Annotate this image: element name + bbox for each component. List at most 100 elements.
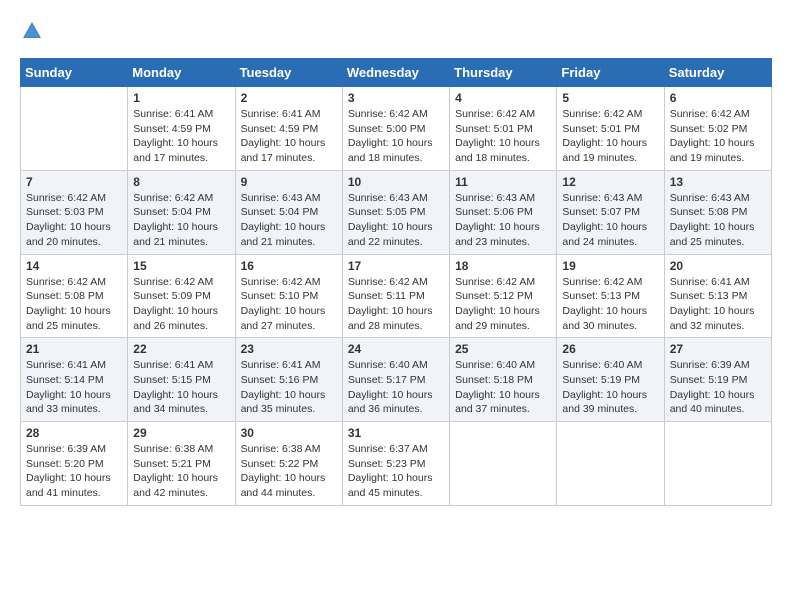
calendar-cell: 27 Sunrise: 6:39 AMSunset: 5:19 PMDaylig… — [664, 338, 771, 422]
logo-icon — [21, 20, 43, 42]
calendar-cell: 3 Sunrise: 6:42 AMSunset: 5:00 PMDayligh… — [342, 87, 449, 171]
day-number: 21 — [26, 342, 122, 356]
cell-info: Sunrise: 6:41 AMSunset: 5:16 PMDaylight:… — [241, 359, 326, 415]
day-header-saturday: Saturday — [664, 59, 771, 87]
cell-info: Sunrise: 6:37 AMSunset: 5:23 PMDaylight:… — [348, 443, 433, 499]
day-number: 18 — [455, 259, 551, 273]
cell-info: Sunrise: 6:43 AMSunset: 5:08 PMDaylight:… — [670, 192, 755, 248]
day-number: 28 — [26, 426, 122, 440]
calendar-cell — [21, 87, 128, 171]
cell-info: Sunrise: 6:42 AMSunset: 5:13 PMDaylight:… — [562, 276, 647, 332]
calendar-cell: 4 Sunrise: 6:42 AMSunset: 5:01 PMDayligh… — [450, 87, 557, 171]
cell-info: Sunrise: 6:42 AMSunset: 5:02 PMDaylight:… — [670, 108, 755, 164]
calendar-cell: 26 Sunrise: 6:40 AMSunset: 5:19 PMDaylig… — [557, 338, 664, 422]
calendar-cell: 17 Sunrise: 6:42 AMSunset: 5:11 PMDaylig… — [342, 254, 449, 338]
cell-info: Sunrise: 6:43 AMSunset: 5:07 PMDaylight:… — [562, 192, 647, 248]
day-number: 25 — [455, 342, 551, 356]
cell-info: Sunrise: 6:42 AMSunset: 5:10 PMDaylight:… — [241, 276, 326, 332]
calendar-cell — [557, 422, 664, 506]
day-number: 29 — [133, 426, 229, 440]
day-number: 7 — [26, 175, 122, 189]
day-number: 16 — [241, 259, 337, 273]
day-number: 2 — [241, 91, 337, 105]
day-header-friday: Friday — [557, 59, 664, 87]
cell-info: Sunrise: 6:42 AMSunset: 5:08 PMDaylight:… — [26, 276, 111, 332]
calendar-cell: 30 Sunrise: 6:38 AMSunset: 5:22 PMDaylig… — [235, 422, 342, 506]
calendar-cell: 2 Sunrise: 6:41 AMSunset: 4:59 PMDayligh… — [235, 87, 342, 171]
day-number: 19 — [562, 259, 658, 273]
calendar-cell: 11 Sunrise: 6:43 AMSunset: 5:06 PMDaylig… — [450, 170, 557, 254]
calendar-cell: 31 Sunrise: 6:37 AMSunset: 5:23 PMDaylig… — [342, 422, 449, 506]
day-number: 26 — [562, 342, 658, 356]
cell-info: Sunrise: 6:43 AMSunset: 5:05 PMDaylight:… — [348, 192, 433, 248]
cell-info: Sunrise: 6:42 AMSunset: 5:04 PMDaylight:… — [133, 192, 218, 248]
day-number: 13 — [670, 175, 766, 189]
day-header-thursday: Thursday — [450, 59, 557, 87]
cell-info: Sunrise: 6:40 AMSunset: 5:18 PMDaylight:… — [455, 359, 540, 415]
calendar-cell — [664, 422, 771, 506]
day-number: 11 — [455, 175, 551, 189]
day-header-sunday: Sunday — [21, 59, 128, 87]
calendar-cell: 15 Sunrise: 6:42 AMSunset: 5:09 PMDaylig… — [128, 254, 235, 338]
day-number: 10 — [348, 175, 444, 189]
cell-info: Sunrise: 6:39 AMSunset: 5:19 PMDaylight:… — [670, 359, 755, 415]
calendar-cell: 22 Sunrise: 6:41 AMSunset: 5:15 PMDaylig… — [128, 338, 235, 422]
cell-info: Sunrise: 6:38 AMSunset: 5:21 PMDaylight:… — [133, 443, 218, 499]
calendar-cell: 14 Sunrise: 6:42 AMSunset: 5:08 PMDaylig… — [21, 254, 128, 338]
day-number: 23 — [241, 342, 337, 356]
day-number: 27 — [670, 342, 766, 356]
cell-info: Sunrise: 6:38 AMSunset: 5:22 PMDaylight:… — [241, 443, 326, 499]
cell-info: Sunrise: 6:40 AMSunset: 5:17 PMDaylight:… — [348, 359, 433, 415]
calendar-cell: 9 Sunrise: 6:43 AMSunset: 5:04 PMDayligh… — [235, 170, 342, 254]
cell-info: Sunrise: 6:42 AMSunset: 5:09 PMDaylight:… — [133, 276, 218, 332]
cell-info: Sunrise: 6:40 AMSunset: 5:19 PMDaylight:… — [562, 359, 647, 415]
week-row-5: 28 Sunrise: 6:39 AMSunset: 5:20 PMDaylig… — [21, 422, 772, 506]
day-header-tuesday: Tuesday — [235, 59, 342, 87]
week-row-4: 21 Sunrise: 6:41 AMSunset: 5:14 PMDaylig… — [21, 338, 772, 422]
logo — [20, 20, 44, 42]
calendar-cell: 23 Sunrise: 6:41 AMSunset: 5:16 PMDaylig… — [235, 338, 342, 422]
page-header — [20, 20, 772, 42]
calendar-table: SundayMondayTuesdayWednesdayThursdayFrid… — [20, 58, 772, 506]
calendar-cell: 28 Sunrise: 6:39 AMSunset: 5:20 PMDaylig… — [21, 422, 128, 506]
calendar-cell: 20 Sunrise: 6:41 AMSunset: 5:13 PMDaylig… — [664, 254, 771, 338]
day-number: 30 — [241, 426, 337, 440]
cell-info: Sunrise: 6:42 AMSunset: 5:01 PMDaylight:… — [562, 108, 647, 164]
day-number: 31 — [348, 426, 444, 440]
calendar-cell — [450, 422, 557, 506]
week-row-2: 7 Sunrise: 6:42 AMSunset: 5:03 PMDayligh… — [21, 170, 772, 254]
day-number: 5 — [562, 91, 658, 105]
calendar-cell: 10 Sunrise: 6:43 AMSunset: 5:05 PMDaylig… — [342, 170, 449, 254]
cell-info: Sunrise: 6:42 AMSunset: 5:01 PMDaylight:… — [455, 108, 540, 164]
calendar-cell: 6 Sunrise: 6:42 AMSunset: 5:02 PMDayligh… — [664, 87, 771, 171]
cell-info: Sunrise: 6:41 AMSunset: 4:59 PMDaylight:… — [133, 108, 218, 164]
day-number: 15 — [133, 259, 229, 273]
day-number: 14 — [26, 259, 122, 273]
calendar-cell: 29 Sunrise: 6:38 AMSunset: 5:21 PMDaylig… — [128, 422, 235, 506]
day-number: 4 — [455, 91, 551, 105]
calendar-cell: 5 Sunrise: 6:42 AMSunset: 5:01 PMDayligh… — [557, 87, 664, 171]
calendar-cell: 25 Sunrise: 6:40 AMSunset: 5:18 PMDaylig… — [450, 338, 557, 422]
calendar-cell: 1 Sunrise: 6:41 AMSunset: 4:59 PMDayligh… — [128, 87, 235, 171]
day-header-monday: Monday — [128, 59, 235, 87]
day-number: 12 — [562, 175, 658, 189]
calendar-cell: 16 Sunrise: 6:42 AMSunset: 5:10 PMDaylig… — [235, 254, 342, 338]
day-number: 9 — [241, 175, 337, 189]
calendar-cell: 12 Sunrise: 6:43 AMSunset: 5:07 PMDaylig… — [557, 170, 664, 254]
cell-info: Sunrise: 6:43 AMSunset: 5:06 PMDaylight:… — [455, 192, 540, 248]
day-number: 1 — [133, 91, 229, 105]
week-row-1: 1 Sunrise: 6:41 AMSunset: 4:59 PMDayligh… — [21, 87, 772, 171]
days-header-row: SundayMondayTuesdayWednesdayThursdayFrid… — [21, 59, 772, 87]
calendar-cell: 13 Sunrise: 6:43 AMSunset: 5:08 PMDaylig… — [664, 170, 771, 254]
cell-info: Sunrise: 6:42 AMSunset: 5:03 PMDaylight:… — [26, 192, 111, 248]
calendar-cell: 24 Sunrise: 6:40 AMSunset: 5:17 PMDaylig… — [342, 338, 449, 422]
cell-info: Sunrise: 6:41 AMSunset: 5:13 PMDaylight:… — [670, 276, 755, 332]
day-number: 20 — [670, 259, 766, 273]
cell-info: Sunrise: 6:41 AMSunset: 4:59 PMDaylight:… — [241, 108, 326, 164]
cell-info: Sunrise: 6:43 AMSunset: 5:04 PMDaylight:… — [241, 192, 326, 248]
calendar-cell: 18 Sunrise: 6:42 AMSunset: 5:12 PMDaylig… — [450, 254, 557, 338]
cell-info: Sunrise: 6:41 AMSunset: 5:14 PMDaylight:… — [26, 359, 111, 415]
calendar-cell: 19 Sunrise: 6:42 AMSunset: 5:13 PMDaylig… — [557, 254, 664, 338]
day-number: 17 — [348, 259, 444, 273]
day-number: 8 — [133, 175, 229, 189]
